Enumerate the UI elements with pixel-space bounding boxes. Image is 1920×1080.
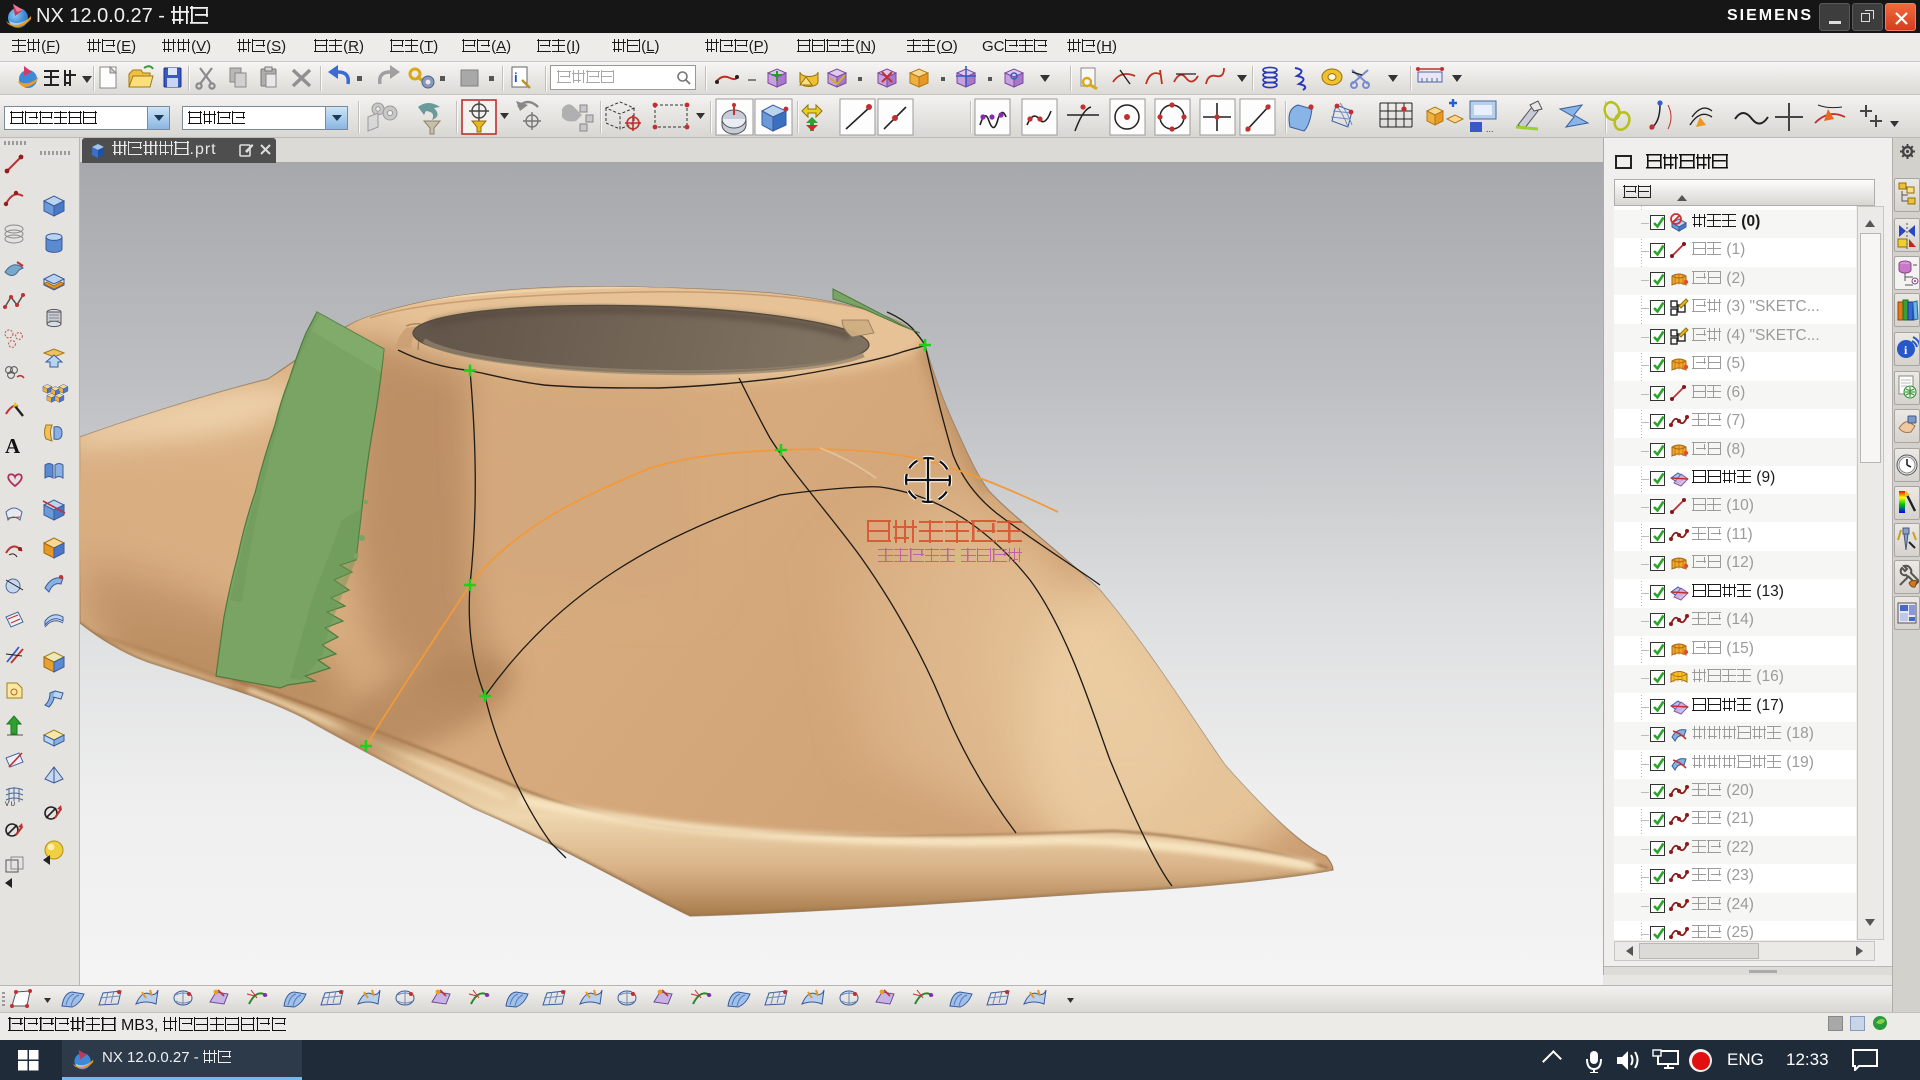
svg-text:A: A [5, 434, 21, 458]
svg-text:...: ... [1486, 124, 1494, 134]
svg-text:V U: V U [5, 802, 15, 808]
svg-text:i: i [514, 70, 518, 85]
